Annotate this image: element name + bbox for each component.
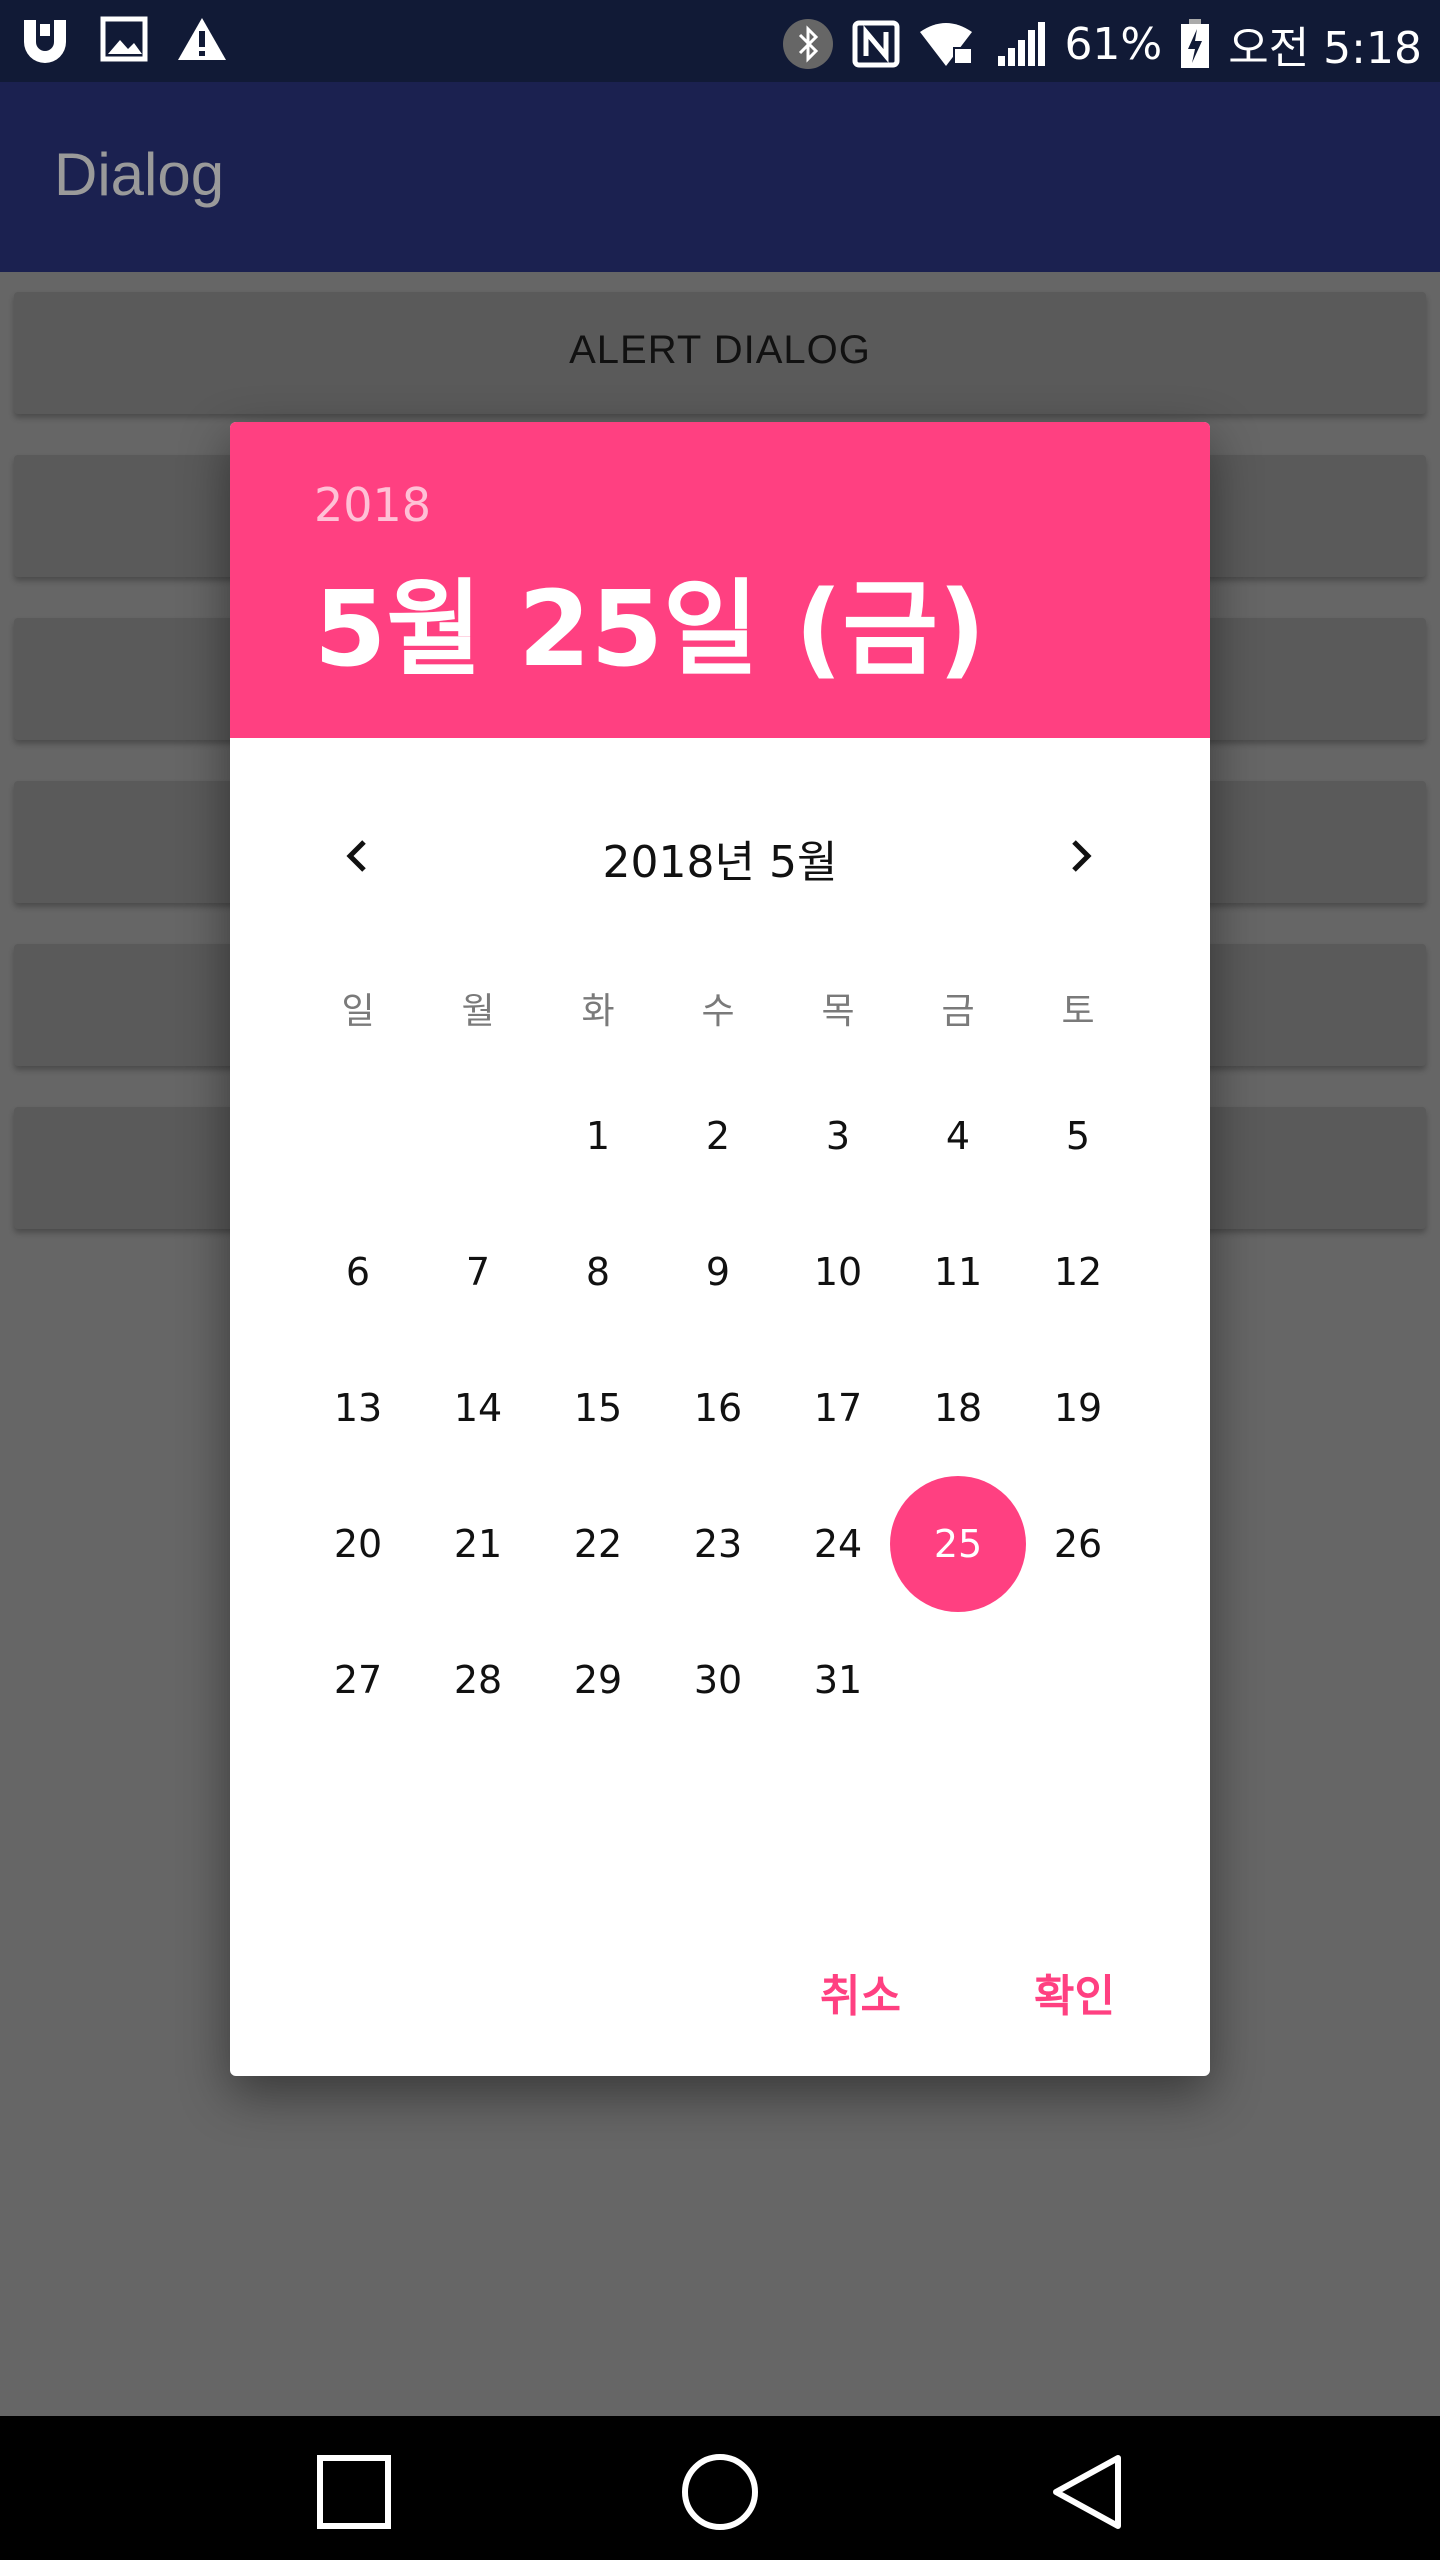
calendar-day[interactable]: 5 <box>1010 1068 1146 1204</box>
navigation-bar <box>0 2416 1440 2560</box>
calendar-day[interactable]: 17 <box>770 1340 906 1476</box>
calendar-day[interactable]: 12 <box>1010 1204 1146 1340</box>
image-notification-icon <box>100 16 148 62</box>
notification-icons <box>18 14 228 64</box>
calendar-day[interactable]: 7 <box>410 1204 546 1340</box>
calendar-day[interactable]: 23 <box>650 1476 786 1612</box>
calendar-day[interactable]: 26 <box>1010 1476 1146 1612</box>
wifi-lock-icon <box>918 20 978 68</box>
calendar-day[interactable]: 20 <box>290 1476 426 1612</box>
calendar-day[interactable]: 31 <box>770 1612 906 1748</box>
weekday-label: 일 <box>341 991 375 1032</box>
weekday-label: 토 <box>1061 991 1095 1032</box>
dialog-actions: 취소 확인 <box>230 1952 1210 2042</box>
system-indicators: 61% 오전 5:18 <box>782 12 1422 76</box>
triangle-back-icon[interactable] <box>1048 2452 1128 2532</box>
calendar-day[interactable]: 27 <box>290 1612 426 1748</box>
ok-button[interactable]: 확인 <box>1014 1952 1135 2042</box>
clock: 오전 5:18 <box>1228 23 1422 74</box>
calendar-day[interactable]: 24 <box>770 1476 906 1612</box>
bluetooth-icon <box>782 18 834 70</box>
date-picker-dialog: 2018 5월 25일 (금) 2018년 5월 일월화수목금토 1234567… <box>230 422 1210 2076</box>
warning-icon <box>176 16 228 62</box>
calendar-day[interactable]: 16 <box>650 1340 786 1476</box>
calendar-day[interactable]: 18 <box>890 1340 1026 1476</box>
app-notification-icon <box>18 14 72 64</box>
calendar-day[interactable]: 14 <box>410 1340 546 1476</box>
battery-percent: 61% <box>1064 18 1163 70</box>
weekday-label: 목 <box>821 991 855 1032</box>
calendar-day[interactable]: 30 <box>650 1612 786 1748</box>
calendar-day[interactable]: 1 <box>530 1068 666 1204</box>
calendar-day[interactable]: 9 <box>650 1204 786 1340</box>
next-month-button[interactable] <box>1044 820 1116 892</box>
chevron-right-icon <box>1072 840 1092 872</box>
nfc-icon <box>852 20 900 68</box>
header-year[interactable]: 2018 <box>314 478 431 532</box>
calendar-day[interactable]: 3 <box>770 1068 906 1204</box>
signal-icon <box>996 20 1046 68</box>
app-bar: Dialog <box>0 82 1440 272</box>
calendar-day[interactable]: 22 <box>530 1476 666 1612</box>
calendar-day[interactable]: 2 <box>650 1068 786 1204</box>
weekday-label: 화 <box>581 991 615 1032</box>
status-bar: 61% 오전 5:18 <box>0 0 1440 82</box>
weekday-row: 일월화수목금토 <box>314 982 1154 1042</box>
date-picker-header: 2018 5월 25일 (금) <box>230 422 1210 738</box>
calendar-day[interactable]: 21 <box>410 1476 546 1612</box>
header-date[interactable]: 5월 25일 (금) <box>314 544 986 695</box>
square-icon[interactable] <box>314 2452 394 2532</box>
weekday-label: 금 <box>941 991 975 1032</box>
selected-day[interactable]: 25 <box>890 1476 1026 1612</box>
cancel-button[interactable]: 취소 <box>800 1952 921 2042</box>
app-title: Dialog <box>54 141 225 208</box>
calendar-day[interactable]: 29 <box>530 1612 666 1748</box>
weekday-label: 수 <box>701 991 735 1032</box>
calendar-day[interactable]: 19 <box>1010 1340 1146 1476</box>
calendar-day[interactable]: 15 <box>530 1340 666 1476</box>
calendar-day[interactable]: 8 <box>530 1204 666 1340</box>
calendar-day[interactable]: 13 <box>290 1340 426 1476</box>
calendar-day[interactable]: 28 <box>410 1612 546 1748</box>
alert-dialog-button[interactable]: ALERT DIALOG <box>14 292 1426 414</box>
weekday-label: 월 <box>461 991 495 1032</box>
circle-icon[interactable] <box>680 2452 760 2532</box>
battery-charging-icon <box>1180 19 1210 69</box>
calendar-day[interactable]: 6 <box>290 1204 426 1340</box>
calendar-day[interactable]: 4 <box>890 1068 1026 1204</box>
calendar-day[interactable]: 10 <box>770 1204 906 1340</box>
calendar-day[interactable]: 11 <box>890 1204 1026 1340</box>
alert-dialog-button-label: ALERT DIALOG <box>569 328 871 372</box>
